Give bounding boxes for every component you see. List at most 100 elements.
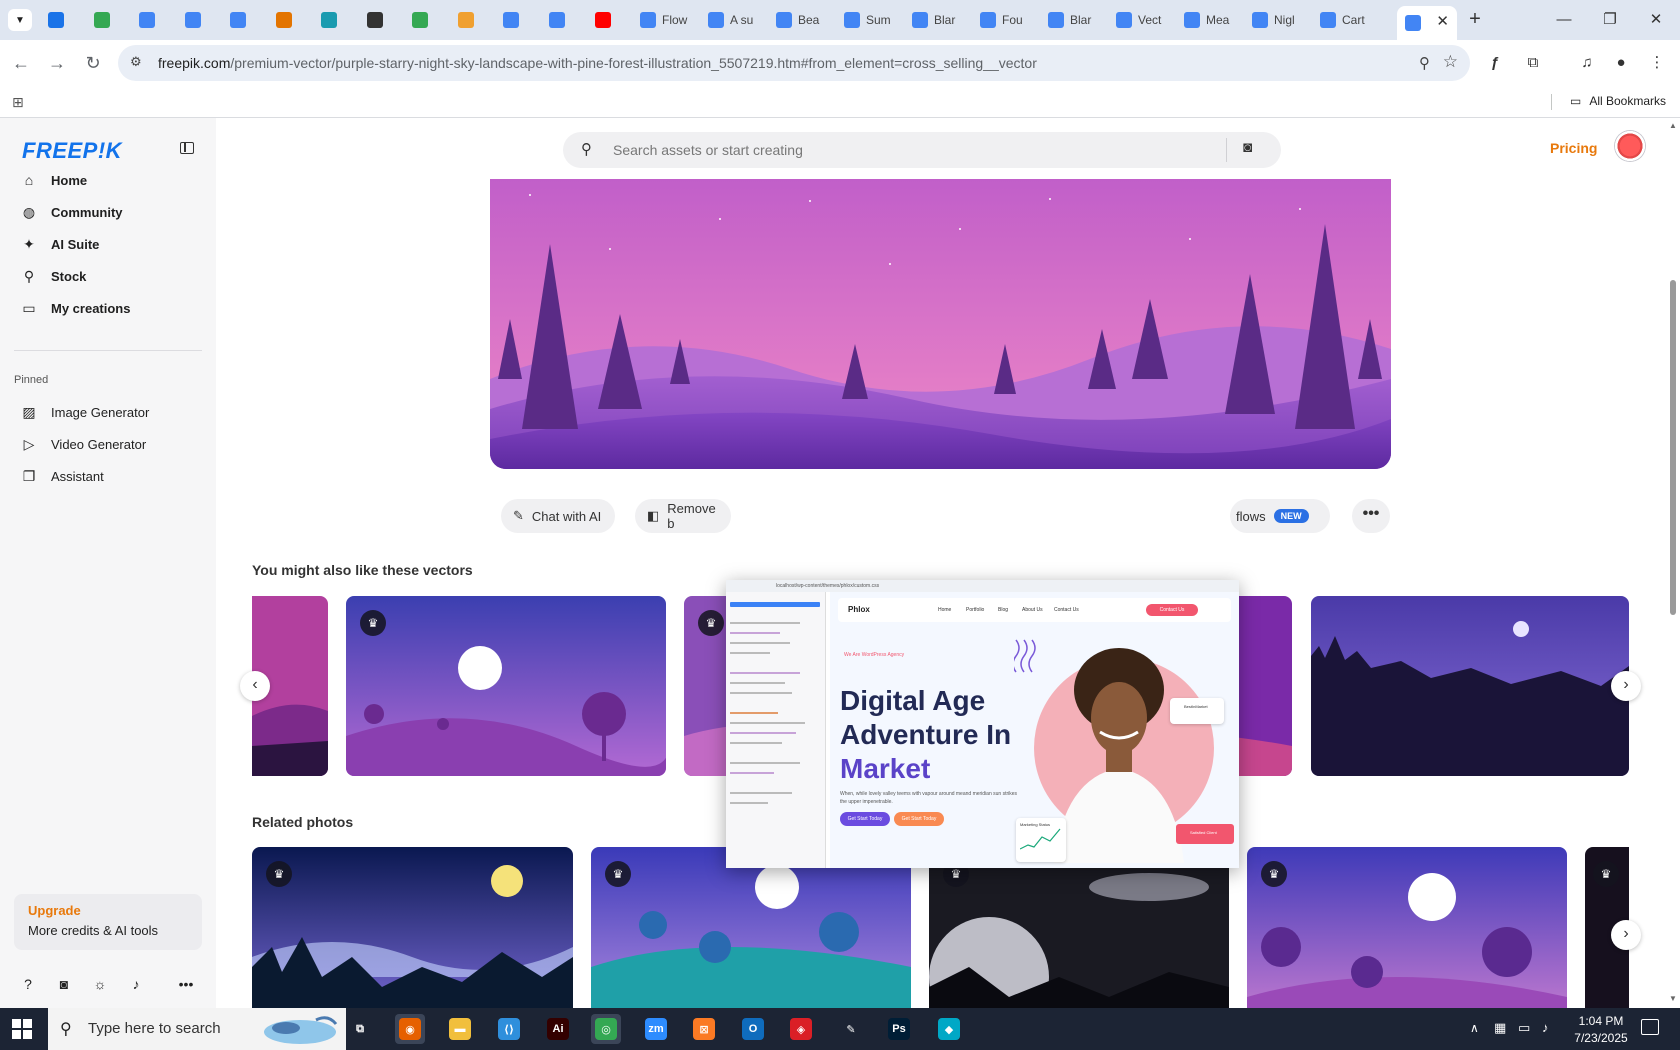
- search-input[interactable]: [613, 138, 1213, 162]
- sidebar-item-ai-suite[interactable]: ✦ AI Suite: [14, 229, 202, 259]
- sidebar-item-assistant[interactable]: ❐ Assistant: [14, 461, 202, 491]
- forward-button[interactable]: →: [46, 52, 68, 74]
- photos-next-button[interactable]: ›: [1611, 920, 1641, 950]
- sidebar-collapse-icon[interactable]: [180, 142, 194, 154]
- page-scrollbar[interactable]: ▲ ▼: [1666, 118, 1680, 1008]
- bookmark-star-icon[interactable]: ☆: [1443, 52, 1458, 72]
- url-text[interactable]: freepik.com/premium-vector/purple-starry…: [158, 55, 1037, 71]
- minimize-button[interactable]: —: [1542, 6, 1586, 34]
- browser-tab[interactable]: Blar: [904, 6, 960, 34]
- sidebar-item-video-generator[interactable]: ▷ Video Generator: [14, 429, 202, 459]
- sidebar-item-my-creations[interactable]: ▭ My creations: [14, 293, 202, 323]
- upgrade-card[interactable]: Upgrade More credits & AI tools: [14, 894, 202, 950]
- extension-f-icon[interactable]: ƒ: [1484, 52, 1506, 74]
- volume-icon[interactable]: ♪: [1542, 1020, 1549, 1035]
- more-actions-button[interactable]: •••: [1352, 499, 1390, 533]
- taskbar-app-file-explorer[interactable]: ▬: [445, 1014, 475, 1044]
- taskbar-app-pen-tool[interactable]: ✎: [836, 1014, 866, 1044]
- reload-button[interactable]: ↻: [82, 52, 104, 74]
- browser-tab[interactable]: Sum: [836, 6, 892, 34]
- browser-tab[interactable]: [495, 6, 519, 34]
- restore-button[interactable]: ❐: [1588, 6, 1632, 34]
- extensions-puzzle-icon[interactable]: ⧉: [1522, 52, 1544, 74]
- freepik-logo[interactable]: FREEP!K: [22, 138, 122, 164]
- network-icon[interactable]: ▦: [1494, 1020, 1506, 1036]
- photo-thumb-2[interactable]: ♛: [591, 847, 911, 1008]
- tab-search-button[interactable]: ▼: [8, 9, 32, 31]
- notifications-icon[interactable]: [1641, 1019, 1659, 1035]
- vector-thumb-2[interactable]: ♛: [346, 596, 666, 776]
- search-bar[interactable]: ⚲ ◙: [563, 132, 1281, 168]
- chat-with-ai-button[interactable]: ✎ Chat with AI: [501, 499, 616, 533]
- sidebar-item-community[interactable]: ◍ Community: [14, 197, 202, 227]
- browser-tab[interactable]: Mea: [1176, 6, 1232, 34]
- user-avatar[interactable]: [1614, 130, 1646, 162]
- sidebar-item-stock[interactable]: ⚲ Stock: [14, 261, 202, 291]
- address-bar[interactable]: ⚙ freepik.com/premium-vector/purple-star…: [118, 45, 1470, 81]
- browser-tab[interactable]: [359, 6, 383, 34]
- tray-overflow-icon[interactable]: ∧: [1470, 1021, 1479, 1035]
- media-controls-icon[interactable]: ♫: [1576, 52, 1598, 74]
- workflows-button[interactable]: flows NEW: [1230, 499, 1330, 533]
- browser-tab[interactable]: [587, 6, 611, 34]
- hero-image-starry-night[interactable]: [490, 179, 1391, 469]
- browser-tab[interactable]: [86, 6, 110, 34]
- remove-background-button[interactable]: ◧ Remove b: [635, 499, 731, 533]
- browser-tab[interactable]: Flow: [632, 6, 688, 34]
- taskbar-search[interactable]: ⚲ Type here to search: [48, 1008, 346, 1050]
- browser-tab[interactable]: A su: [700, 6, 756, 34]
- browser-tab[interactable]: Cart: [1312, 6, 1368, 34]
- new-tab-button[interactable]: +: [1463, 8, 1487, 32]
- apps-grid-icon[interactable]: ⊞: [12, 94, 24, 111]
- browser-tab[interactable]: [40, 6, 64, 34]
- help-icon[interactable]: ?: [18, 974, 38, 994]
- taskbar-app-zoom[interactable]: zm: [641, 1014, 671, 1044]
- browser-tab[interactable]: Bea: [768, 6, 824, 34]
- site-info-icon[interactable]: ⚙: [130, 54, 148, 72]
- browser-tab[interactable]: [541, 6, 565, 34]
- vector-thumb-5[interactable]: [1311, 596, 1629, 776]
- tab-active[interactable]: ✕: [1397, 6, 1457, 40]
- browser-tab[interactable]: [268, 6, 292, 34]
- browser-tab[interactable]: [313, 6, 337, 34]
- more-options-icon[interactable]: •••: [176, 974, 196, 994]
- browser-tab[interactable]: Blar: [1040, 6, 1096, 34]
- clock-date[interactable]: 7/23/2025: [1568, 1031, 1634, 1045]
- camera-search-icon[interactable]: ◙: [1243, 139, 1252, 156]
- kebab-menu-icon[interactable]: ⋮: [1646, 52, 1668, 74]
- vectors-next-button[interactable]: ›: [1611, 671, 1641, 701]
- scroll-up-arrow-icon[interactable]: ▲: [1669, 121, 1677, 130]
- taskbar-app-vscode[interactable]: ⟨⟩: [494, 1014, 524, 1044]
- photo-thumb-4[interactable]: ♛: [1247, 847, 1567, 1008]
- browser-tab[interactable]: Fou: [972, 6, 1028, 34]
- browser-tab[interactable]: Nigl: [1244, 6, 1300, 34]
- taskbar-app-firefox[interactable]: ◉: [395, 1014, 425, 1044]
- browser-tab[interactable]: [222, 6, 246, 34]
- sidebar-item-image-generator[interactable]: ▨ Image Generator: [14, 397, 202, 427]
- browser-tab[interactable]: [450, 6, 474, 34]
- taskbar-app-chrome[interactable]: ◎: [591, 1014, 621, 1044]
- taskbar-app-photoshop[interactable]: Ps: [884, 1014, 914, 1044]
- windows-start-button[interactable]: [12, 1019, 32, 1039]
- close-window-button[interactable]: ✕: [1634, 6, 1678, 34]
- scrollbar-thumb[interactable]: [1670, 280, 1676, 615]
- upgrade-title[interactable]: Upgrade: [28, 903, 188, 918]
- taskbar-app-outlook[interactable]: O: [738, 1014, 768, 1044]
- taskbar-app-illustrator[interactable]: Ai: [543, 1014, 573, 1044]
- browser-tab[interactable]: Vect: [1108, 6, 1164, 34]
- floating-preview-window[interactable]: localhost/wp-content/themes/phlox/custom…: [726, 580, 1239, 868]
- taskbar-app-app-diamond[interactable]: ◆: [934, 1014, 964, 1044]
- discord-icon[interactable]: ◙: [54, 974, 74, 994]
- close-tab-icon[interactable]: ✕: [1436, 12, 1449, 30]
- browser-tab[interactable]: [131, 6, 155, 34]
- all-bookmarks-button[interactable]: ▭ All Bookmarks: [1570, 94, 1666, 108]
- browser-tab[interactable]: [177, 6, 201, 34]
- taskbar-app-task-view[interactable]: ⧉: [345, 1014, 375, 1044]
- taskbar-app-creative-cloud[interactable]: ◈: [786, 1014, 816, 1044]
- taskbar-app-xampp[interactable]: ⊠: [689, 1014, 719, 1044]
- profile-avatar-icon[interactable]: ●: [1610, 52, 1632, 74]
- vectors-prev-button[interactable]: ‹: [240, 671, 270, 701]
- sidebar-item-home[interactable]: ⌂ Home: [14, 165, 202, 195]
- zoom-icon[interactable]: ⚲: [1419, 54, 1430, 72]
- scroll-down-arrow-icon[interactable]: ▼: [1669, 994, 1677, 1003]
